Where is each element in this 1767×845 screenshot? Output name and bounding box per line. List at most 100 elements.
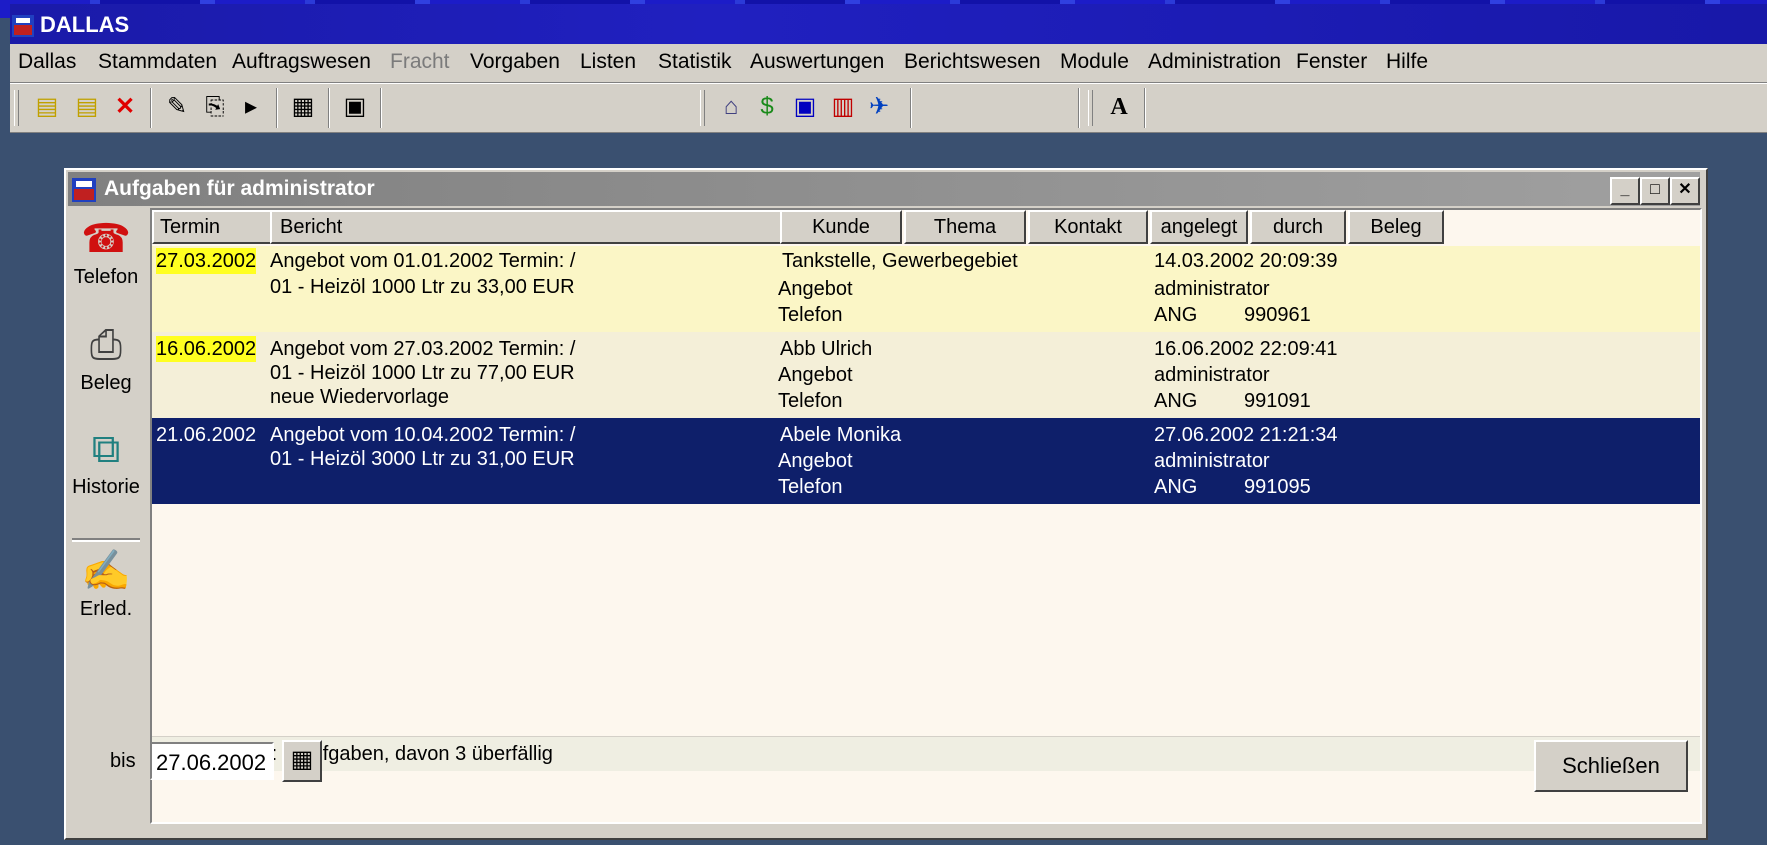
toolbar: ▤ ▤ ✕ ✎ ⎘ ▸ ▦ ▣ ⌂ $ ▣ ▥ ✈ A (10, 83, 1767, 133)
column-header-kontakt[interactable]: Kontakt (1028, 210, 1148, 244)
save-hg-icon[interactable]: ▣ (790, 92, 820, 122)
menu-auswertungen[interactable]: Auswertungen (750, 50, 884, 74)
done-icon: ✍ (81, 549, 131, 593)
train-icon[interactable]: ▥ (828, 92, 858, 122)
menu-stammdaten[interactable]: Stammdaten (98, 50, 217, 74)
pages-icon[interactable]: ▣ (340, 92, 370, 122)
list-icon[interactable]: ▦ (288, 92, 318, 122)
column-header-angelegt[interactable]: angelegt (1150, 210, 1248, 244)
kontakt-cell: Telefon (778, 476, 843, 498)
table-row-selected[interactable]: 21.06.2002 Angebot vom 10.04.2002 Termin… (152, 418, 1700, 504)
toolbar-separator (328, 88, 330, 128)
table-row[interactable]: 16.06.2002 Angebot vom 27.03.2002 Termin… (152, 332, 1700, 418)
menu-vorgaben[interactable]: Vorgaben (470, 50, 560, 74)
beleg-label: Beleg (80, 372, 132, 394)
column-header-bericht[interactable]: Bericht (270, 210, 782, 244)
menu-administration[interactable]: Administration (1148, 50, 1281, 74)
article-a-icon[interactable]: ▤ (72, 92, 102, 122)
font-icon[interactable]: A (1104, 92, 1134, 122)
beleg-number-cell: 991095 (1244, 476, 1311, 498)
kontakt-cell: Telefon (778, 304, 843, 326)
toolbar-grip[interactable] (14, 90, 19, 126)
calendar-icon: ▦ (290, 746, 314, 773)
dallas-logo-icon (12, 15, 34, 37)
tasks-window: Aufgaben für administrator _ □ ✕ ☎ Telef… (64, 168, 1708, 840)
bericht-line-2: 01 - Heizöl 1000 Ltr zu 77,00 EUR (270, 362, 575, 384)
app-titlebar: DALLAS (10, 4, 1767, 44)
thema-cell: Angebot (778, 278, 853, 300)
column-header-termin[interactable]: Termin (152, 210, 274, 244)
beleg-type-cell: ANG (1154, 476, 1198, 498)
sidebar-divider (72, 538, 140, 542)
beleg-type-cell: ANG (1154, 390, 1198, 412)
table-status-bar: administrator: 3 Aufgaben, davon 3 überf… (152, 736, 1700, 771)
column-header-thema[interactable]: Thema (904, 210, 1026, 244)
close-window-button[interactable]: ✕ (1670, 177, 1700, 205)
column-header-beleg[interactable]: Beleg (1348, 210, 1444, 244)
telefon-label: Telefon (73, 266, 139, 288)
toolbar-separator (380, 88, 382, 128)
bericht-line-2: 01 - Heizöl 3000 Ltr zu 31,00 EUR (270, 448, 575, 470)
durch-cell: administrator (1154, 278, 1270, 300)
bericht-line-1: Angebot vom 01.01.2002 Termin: / (270, 250, 576, 272)
menu-module[interactable]: Module (1060, 50, 1129, 74)
menu-fenster[interactable]: Fenster (1296, 50, 1367, 74)
document-forward-icon[interactable]: ▸ (236, 92, 266, 122)
menu-listen[interactable]: Listen (580, 50, 636, 74)
menu-fracht[interactable]: Fracht (390, 50, 450, 74)
beleg-button[interactable]: ⎙ Beleg (68, 318, 144, 395)
table-row[interactable]: 27.03.2002 Angebot vom 01.01.2002 Termin… (152, 246, 1700, 332)
telefon-button[interactable]: ☎ Telefon (68, 212, 144, 289)
termin-cell: 16.06.2002 (156, 336, 257, 362)
termin-cell: 21.06.2002 (156, 424, 257, 446)
column-header-kunde[interactable]: Kunde (780, 210, 902, 244)
money-bag-icon[interactable]: $ (752, 92, 782, 122)
menu-statistik[interactable]: Statistik (658, 50, 732, 74)
history-icon: ⧉ (91, 427, 121, 471)
maximize-button[interactable]: □ (1640, 177, 1670, 205)
angelegt-cell: 27.06.2002 21:21:34 (1154, 424, 1338, 446)
kontakt-cell: Telefon (778, 390, 843, 412)
erledigt-label: Erled. (79, 598, 133, 620)
toolbar-separator (150, 88, 152, 128)
copy-document-icon[interactable]: ⎘ (200, 92, 230, 122)
toolbar-grip[interactable] (700, 90, 705, 126)
column-header-durch[interactable]: durch (1250, 210, 1346, 244)
app-title: DALLAS (40, 12, 130, 37)
menu-dallas[interactable]: Dallas (18, 50, 76, 74)
schliessen-button[interactable]: Schließen (1534, 740, 1688, 792)
toolbar-grip[interactable] (1088, 90, 1093, 126)
action-sidebar: ☎ Telefon ⎙ Beleg ⧉ Historie ✍ Erled. (68, 208, 144, 728)
menu-hilfe[interactable]: Hilfe (1386, 50, 1428, 74)
runner-icon[interactable]: ✈ (864, 92, 894, 122)
bericht-line-2: 01 - Heizöl 1000 Ltr zu 33,00 EUR (270, 276, 575, 298)
edit-icon[interactable]: ✎ (162, 92, 192, 122)
durch-cell: administrator (1154, 450, 1270, 472)
dallas-logo-icon (72, 178, 96, 202)
toolbar-separator (1078, 88, 1080, 128)
bis-date-input[interactable]: 27.06.2002 (150, 742, 274, 780)
calendar-button[interactable]: ▦ (282, 740, 322, 782)
beleg-type-cell: ANG (1154, 304, 1198, 326)
bis-label: bis (110, 750, 136, 772)
bericht-line-1: Angebot vom 27.03.2002 Termin: / (270, 338, 576, 360)
angelegt-cell: 16.06.2002 22:09:41 (1154, 338, 1338, 360)
erledigt-button[interactable]: ✍ Erled. (68, 544, 144, 621)
bericht-line-1: Angebot vom 10.04.2002 Termin: / (270, 424, 576, 446)
minimize-button[interactable]: _ (1610, 177, 1640, 205)
menu-auftragswesen[interactable]: Auftragswesen (232, 50, 371, 74)
toolbar-separator (910, 88, 912, 128)
customer-k-icon[interactable]: ▤ (32, 92, 62, 122)
menu-berichtswesen[interactable]: Berichtswesen (904, 50, 1041, 74)
tasks-table: Termin Bericht Kunde Thema Kontakt angel… (150, 208, 1702, 824)
termin-cell: 27.03.2002 (156, 248, 257, 274)
kunde-cell: Abb Ulrich (780, 338, 873, 360)
telephone-icon: ☎ (81, 217, 131, 261)
historie-button[interactable]: ⧉ Historie (68, 422, 144, 499)
tasks-window-titlebar[interactable]: Aufgaben für administrator _ □ ✕ (68, 172, 1700, 206)
beleg-number-cell: 991091 (1244, 390, 1311, 412)
tasks-window-title: Aufgaben für administrator (104, 177, 375, 200)
delete-icon[interactable]: ✕ (110, 92, 140, 122)
table-header: Termin Bericht Kunde Thema Kontakt angel… (152, 210, 1700, 244)
bank-icon[interactable]: ⌂ (716, 92, 746, 122)
